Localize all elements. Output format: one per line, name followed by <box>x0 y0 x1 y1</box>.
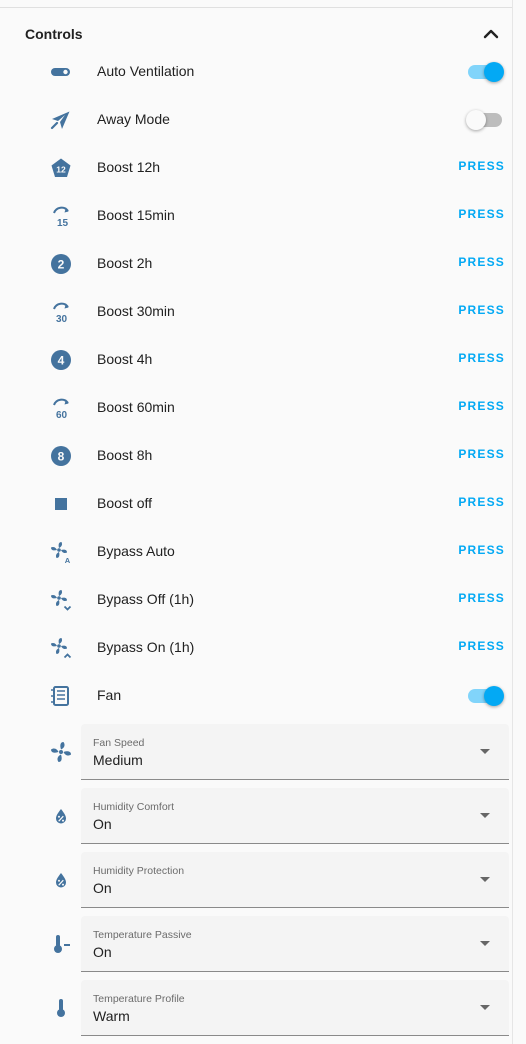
boost-60min-press-button[interactable]: PRESS <box>458 399 505 413</box>
svg-text:15: 15 <box>57 218 69 228</box>
row-boost-15min: 15 Boost 15min PRESS <box>0 192 512 240</box>
select-label: Humidity Comfort <box>93 801 175 813</box>
row-bypass-off: Bypass Off (1h) PRESS <box>0 576 512 624</box>
temperature-passive-select[interactable]: Temperature Passive On <box>81 916 509 972</box>
bypass-auto-press-button[interactable]: PRESS <box>458 543 505 557</box>
select-row-fan-speed: Fan Speed Medium <box>0 724 512 780</box>
row-label: Bypass Auto <box>97 543 175 559</box>
auto-ventilation-toggle[interactable] <box>468 62 504 82</box>
timer-30-icon: 30 <box>53 302 69 324</box>
fan-auto-icon: A <box>51 542 71 564</box>
row-boost-60min: 60 Boost 60min PRESS <box>0 384 512 432</box>
svg-text:4: 4 <box>58 354 65 368</box>
select-value: On <box>93 816 112 832</box>
row-auto-ventilation: Auto Ventilation <box>0 48 512 96</box>
boost-12h-press-button[interactable]: PRESS <box>458 159 505 173</box>
row-bypass-auto: A Bypass Auto PRESS <box>0 528 512 576</box>
svg-text:60: 60 <box>56 410 68 420</box>
numeric-4-circle-icon: 4 <box>51 350 71 370</box>
svg-text:A: A <box>65 556 71 564</box>
row-label: Boost 8h <box>97 447 153 463</box>
boost-4h-press-button[interactable]: PRESS <box>458 351 505 365</box>
row-fan: Fan <box>0 672 512 720</box>
fan-speed-select[interactable]: Fan Speed Medium <box>81 724 509 780</box>
fan-icon <box>51 742 71 762</box>
water-percent-icon <box>56 873 66 888</box>
stop-icon <box>55 498 67 510</box>
row-boost-12h: 12 Boost 12h PRESS <box>0 144 512 192</box>
row-label: Away Mode <box>97 111 170 127</box>
dropdown-arrow-icon <box>480 1005 490 1010</box>
humidity-comfort-select[interactable]: Humidity Comfort On <box>81 788 509 844</box>
dropdown-arrow-icon <box>480 941 490 946</box>
row-away-mode: Away Mode <box>0 96 512 144</box>
row-label: Boost 30min <box>97 303 175 319</box>
svg-text:2: 2 <box>58 258 65 272</box>
select-value: On <box>93 944 112 960</box>
thermometer-minus-icon <box>54 935 70 953</box>
dropdown-arrow-icon <box>480 749 490 754</box>
water-percent-icon <box>56 809 66 824</box>
toggle-switch-icon <box>51 68 70 76</box>
chevron-up-icon[interactable] <box>483 26 499 42</box>
row-label: Boost 4h <box>97 351 153 367</box>
row-label: Boost 2h <box>97 255 153 271</box>
select-row-humidity-protection: Humidity Protection On <box>0 852 512 908</box>
dropdown-arrow-icon <box>480 813 490 818</box>
row-label: Fan <box>97 687 122 703</box>
row-boost-30min: 30 Boost 30min PRESS <box>0 288 512 336</box>
row-label: Boost 12h <box>97 159 161 175</box>
controls-header: Controls <box>25 22 505 46</box>
numeric-8-circle-icon: 8 <box>51 446 71 466</box>
numeric-2-circle-icon: 2 <box>51 254 71 274</box>
select-row-temperature-profile: Temperature Profile Warm <box>0 980 512 1036</box>
svg-text:8: 8 <box>58 450 65 464</box>
boost-8h-press-button[interactable]: PRESS <box>458 447 505 461</box>
row-label: Boost 15min <box>97 207 175 223</box>
dropdown-arrow-icon <box>480 877 490 882</box>
fan-chevron-down-icon <box>51 590 72 611</box>
select-label: Temperature Profile <box>93 993 185 1005</box>
humidity-protection-select[interactable]: Humidity Protection On <box>81 852 509 908</box>
boost-15min-press-button[interactable]: PRESS <box>458 207 505 221</box>
top-divider <box>0 7 512 8</box>
boost-2h-press-button[interactable]: PRESS <box>458 255 505 269</box>
air-filter-icon <box>51 686 69 706</box>
row-label: Bypass On (1h) <box>97 639 195 655</box>
bypass-on-press-button[interactable]: PRESS <box>458 639 505 653</box>
select-label: Fan Speed <box>93 737 145 749</box>
row-label: Bypass Off (1h) <box>97 591 195 607</box>
select-label: Humidity Protection <box>93 865 185 877</box>
row-label: Boost off <box>97 495 153 511</box>
right-divider <box>512 0 513 1044</box>
timer-15-icon: 15 <box>53 206 69 228</box>
row-boost-off: Boost off PRESS <box>0 480 512 528</box>
row-label: Boost 60min <box>97 399 175 415</box>
row-bypass-on: Bypass On (1h) PRESS <box>0 624 512 672</box>
select-label: Temperature Passive <box>93 929 192 941</box>
numeric-12-pentagon-icon: 12 <box>51 158 71 177</box>
row-boost-2h: 2 Boost 2h PRESS <box>0 240 512 288</box>
svg-text:30: 30 <box>56 314 68 324</box>
away-mode-toggle[interactable] <box>466 110 504 130</box>
row-label: Auto Ventilation <box>97 63 195 79</box>
row-boost-8h: 8 Boost 8h PRESS <box>0 432 512 480</box>
select-row-temperature-passive: Temperature Passive On <box>0 916 512 972</box>
section-title: Controls <box>25 26 83 42</box>
boost-off-press-button[interactable]: PRESS <box>458 495 505 509</box>
select-value: Warm <box>93 1008 130 1024</box>
bypass-off-press-button[interactable]: PRESS <box>458 591 505 605</box>
thermometer-icon <box>57 999 65 1017</box>
fan-chevron-up-icon <box>51 638 72 659</box>
select-value: On <box>93 880 112 896</box>
row-boost-4h: 4 Boost 4h PRESS <box>0 336 512 384</box>
temperature-profile-select[interactable]: Temperature Profile Warm <box>81 980 509 1036</box>
svg-text:12: 12 <box>56 165 66 175</box>
select-value: Medium <box>93 752 143 768</box>
boost-30min-press-button[interactable]: PRESS <box>458 303 505 317</box>
fan-toggle[interactable] <box>468 686 504 706</box>
select-row-humidity-comfort: Humidity Comfort On <box>0 788 512 844</box>
airplane-icon <box>50 111 70 130</box>
timer-60-icon: 60 <box>53 398 69 420</box>
